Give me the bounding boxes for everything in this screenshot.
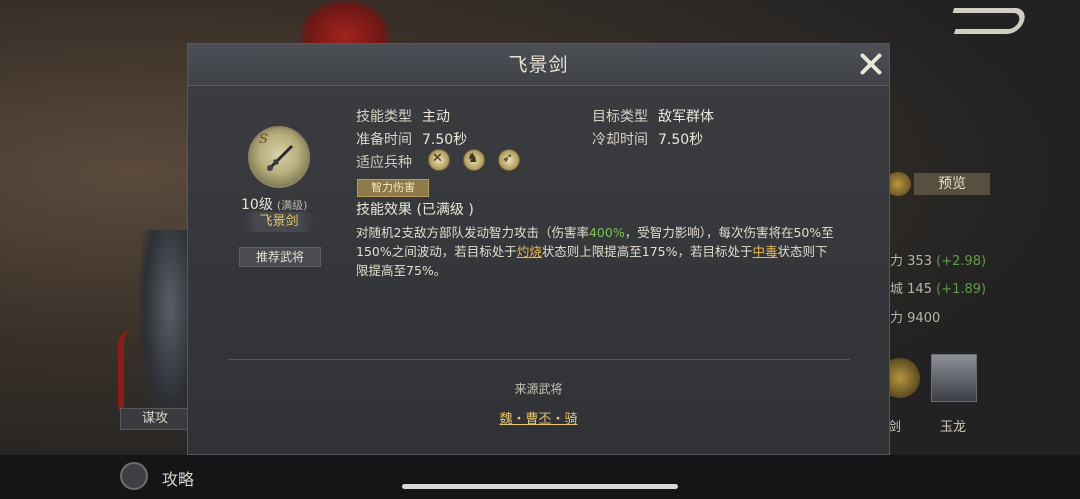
home-indicator[interactable] — [402, 484, 678, 489]
sword-icon — [266, 144, 294, 172]
target-type-row: 目标类型 敌军群体 — [592, 109, 714, 125]
stat-line-3: 力 9400 — [890, 311, 941, 326]
skill-icon: S — [248, 126, 310, 188]
skill-level: 10级 (满级) — [241, 197, 308, 213]
strategy-tab[interactable]: 谋攻 — [120, 408, 190, 430]
source-general-link[interactable]: 魏・曹丕・骑 — [499, 412, 577, 427]
general-name-label: 玉龙 — [940, 420, 967, 435]
stat-line-2: 城 145 (+1.89) — [890, 282, 987, 297]
red-ribbon-decoration — [118, 330, 148, 420]
stat-line-1: 力 353 (+2.98) — [890, 254, 987, 269]
close-icon[interactable] — [859, 52, 883, 76]
burn-status-link[interactable]: 灼烧 — [517, 244, 542, 259]
crossed-swords-icon: ✕ — [428, 149, 450, 171]
damage-type-tag: 智力伤害 — [357, 179, 429, 197]
skill-type-row: 技能类型 主动 — [356, 109, 450, 125]
general-portrait[interactable] — [931, 354, 977, 402]
prep-time-row: 准备时间 7.50秒 — [356, 132, 468, 148]
preview-button[interactable]: 预览 — [914, 173, 990, 195]
back-icon[interactable] — [953, 8, 1029, 34]
skill-name-tag: 飞景剑 — [243, 212, 315, 232]
effect-title: 技能效果 (已满级 ) — [356, 202, 474, 218]
cooldown-row: 冷却时间 7.50秒 — [592, 132, 704, 148]
red-banner-decoration — [300, 0, 390, 45]
source-generals-title: 来源武将 — [514, 382, 563, 396]
modal-title: 飞景剑 — [508, 54, 569, 76]
modal-header: 飞景剑 — [188, 44, 889, 86]
bow-icon: ➶ — [498, 149, 520, 171]
poison-status-link[interactable]: 中毒 — [753, 244, 778, 259]
divider — [228, 359, 850, 360]
effect-description: 对随机2支敌方部队发动智力攻击（伤害率400%，受智力影响），每次伤害将在50%… — [356, 225, 834, 278]
source-general: 魏・曹丕・骑 — [188, 408, 889, 427]
guide-label[interactable]: 攻略 — [162, 466, 194, 490]
guide-book-icon[interactable] — [120, 462, 148, 490]
recommend-generals-button[interactable]: 推荐武将 — [239, 247, 321, 267]
skill-detail-modal: 飞景剑 S 10级 (满级) 飞景剑 推荐武将 技能类型 主动 目标类型 敌军群体 准… — [187, 43, 890, 455]
horse-icon: ♞ — [463, 149, 485, 171]
troops-label: 适应兵种 — [356, 155, 412, 171]
